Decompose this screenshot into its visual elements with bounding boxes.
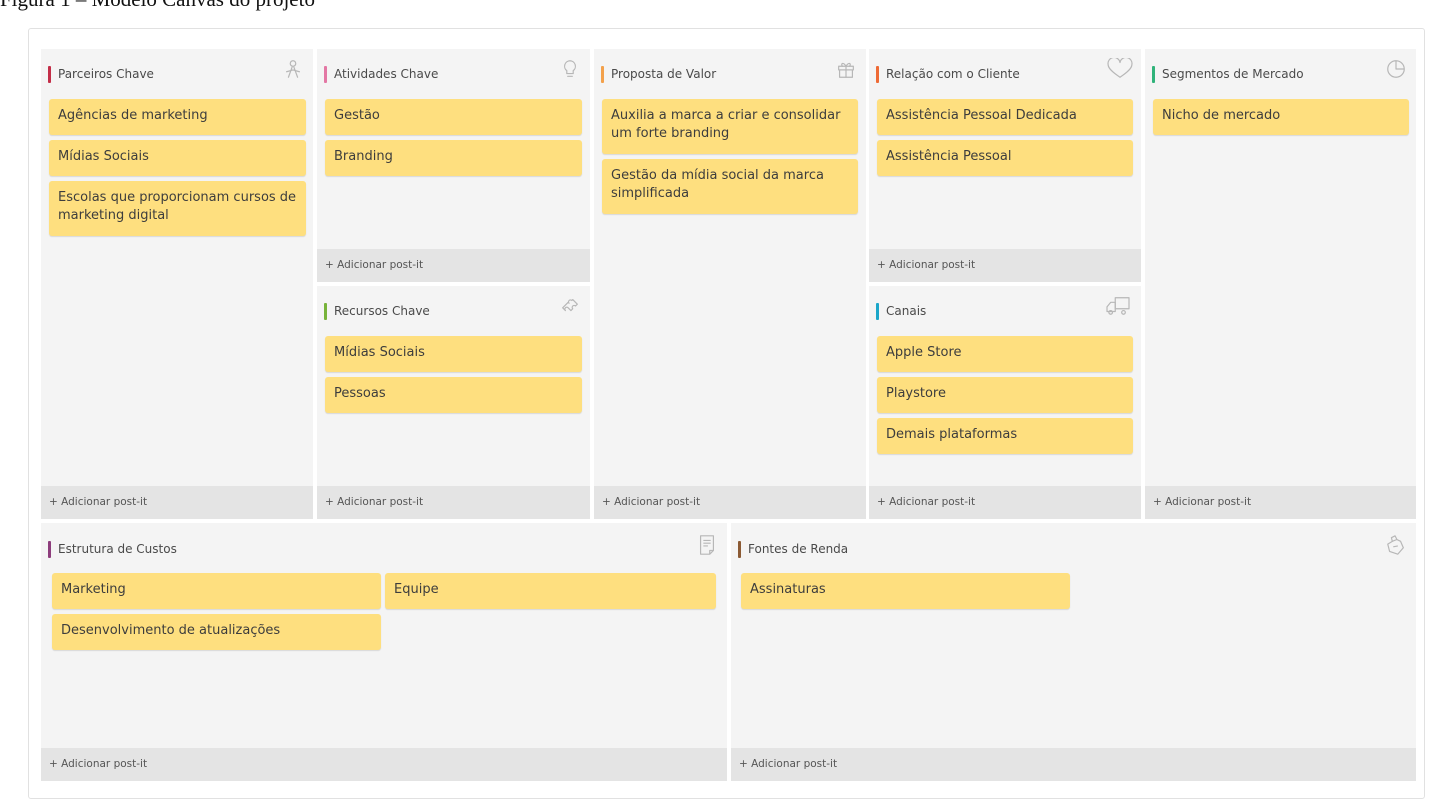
block-title: Canais	[886, 304, 927, 318]
post-it[interactable]: Assistência Pessoal	[877, 140, 1133, 176]
color-marker	[738, 540, 741, 558]
puzzle-icon	[559, 295, 581, 317]
money-bag-icon	[1385, 534, 1407, 556]
post-it[interactable]: Demais plataformas	[877, 418, 1133, 454]
post-it[interactable]: Pessoas	[325, 377, 582, 413]
add-post-it-button[interactable]: + Adicionar post-it	[869, 249, 1141, 282]
block-title: Estrutura de Custos	[58, 542, 177, 556]
block-header: Parceiros Chave	[48, 65, 154, 83]
color-marker	[48, 540, 51, 558]
add-post-it-button[interactable]: + Adicionar post-it	[317, 249, 590, 282]
post-it[interactable]: Gestão	[325, 99, 582, 135]
block-title: Segmentos de Mercado	[1162, 67, 1304, 81]
add-post-it-button[interactable]: + Adicionar post-it	[41, 748, 727, 781]
add-post-it-button[interactable]: + Adicionar post-it	[1145, 486, 1416, 519]
block-header: Fontes de Renda	[738, 540, 848, 558]
post-it[interactable]: Marketing	[52, 573, 381, 609]
lightbulb-icon	[559, 58, 581, 80]
block-segmentos-de-mercado: Segmentos de Mercado Nicho de mercado + …	[1145, 49, 1416, 519]
block-title: Recursos Chave	[334, 304, 430, 318]
color-marker	[324, 65, 327, 83]
post-it[interactable]: Nicho de mercado	[1153, 99, 1409, 135]
block-header: Estrutura de Custos	[48, 540, 177, 558]
block-estrutura-de-custos: Estrutura de Custos Marketing Equipe Des…	[41, 523, 727, 781]
add-post-it-button[interactable]: + Adicionar post-it	[41, 486, 313, 519]
add-post-it-button[interactable]: + Adicionar post-it	[869, 486, 1141, 519]
add-post-it-button[interactable]: + Adicionar post-it	[731, 748, 1416, 781]
block-title: Fontes de Renda	[748, 542, 849, 556]
post-it[interactable]: Playstore	[877, 377, 1133, 413]
block-relacao-com-o-cliente: Relação com o Cliente Assistência Pessoa…	[869, 49, 1141, 282]
post-it[interactable]: Branding	[325, 140, 582, 176]
business-model-canvas: Parceiros Chave Agências de marketing Mí…	[28, 28, 1425, 799]
post-it[interactable]: Assistência Pessoal Dedicada	[877, 99, 1133, 135]
color-marker	[48, 65, 51, 83]
block-recursos-chave: Recursos Chave Mídias Sociais Pessoas + …	[317, 286, 590, 519]
post-it[interactable]: Apple Store	[877, 336, 1133, 372]
post-it[interactable]: Mídias Sociais	[325, 336, 582, 372]
color-marker	[876, 302, 879, 320]
handshake-icon	[282, 58, 304, 80]
block-header: Canais	[876, 302, 926, 320]
post-it[interactable]: Assinaturas	[741, 573, 1070, 609]
truck-icon	[1104, 295, 1132, 317]
gift-icon	[835, 58, 857, 80]
block-title: Parceiros Chave	[58, 67, 154, 81]
figure-caption: Figura 1 – Modelo Canvas do projeto	[0, 0, 315, 10]
block-header: Atividades Chave	[324, 65, 438, 83]
block-title: Atividades Chave	[334, 67, 439, 81]
color-marker	[601, 65, 604, 83]
heart-icon	[1105, 58, 1135, 80]
color-marker	[1152, 65, 1155, 83]
block-header: Recursos Chave	[324, 302, 430, 320]
block-title: Relação com o Cliente	[886, 67, 1020, 81]
receipt-icon	[696, 534, 718, 556]
post-it[interactable]: Escolas que proporcionam cursos de marke…	[49, 181, 306, 236]
block-parceiros-chave: Parceiros Chave Agências de marketing Mí…	[41, 49, 313, 519]
block-atividades-chave: Atividades Chave Gestão Branding + Adici…	[317, 49, 590, 282]
post-it[interactable]: Gestão da mídia social da marca simplifi…	[602, 159, 858, 214]
block-header: Proposta de Valor	[601, 65, 716, 83]
post-it[interactable]: Desenvolvimento de atualizações	[52, 614, 381, 650]
color-marker	[324, 302, 327, 320]
block-header: Segmentos de Mercado	[1152, 65, 1304, 83]
block-header: Relação com o Cliente	[876, 65, 1020, 83]
post-it[interactable]: Equipe	[385, 573, 716, 609]
block-canais: Canais Apple Store Playstore Demais plat…	[869, 286, 1141, 519]
add-post-it-button[interactable]: + Adicionar post-it	[317, 486, 590, 519]
post-it[interactable]: Agências de marketing	[49, 99, 306, 135]
color-marker	[876, 65, 879, 83]
add-post-it-button[interactable]: + Adicionar post-it	[594, 486, 866, 519]
block-title: Proposta de Valor	[611, 67, 717, 81]
post-it[interactable]: Auxilia a marca a criar e consolidar um …	[602, 99, 858, 154]
pie-chart-icon	[1385, 58, 1407, 80]
block-proposta-de-valor: Proposta de Valor Auxilia a marca a cria…	[594, 49, 866, 519]
block-fontes-de-renda: Fontes de Renda Assinaturas + Adicionar …	[731, 523, 1416, 781]
post-it[interactable]: Mídias Sociais	[49, 140, 306, 176]
